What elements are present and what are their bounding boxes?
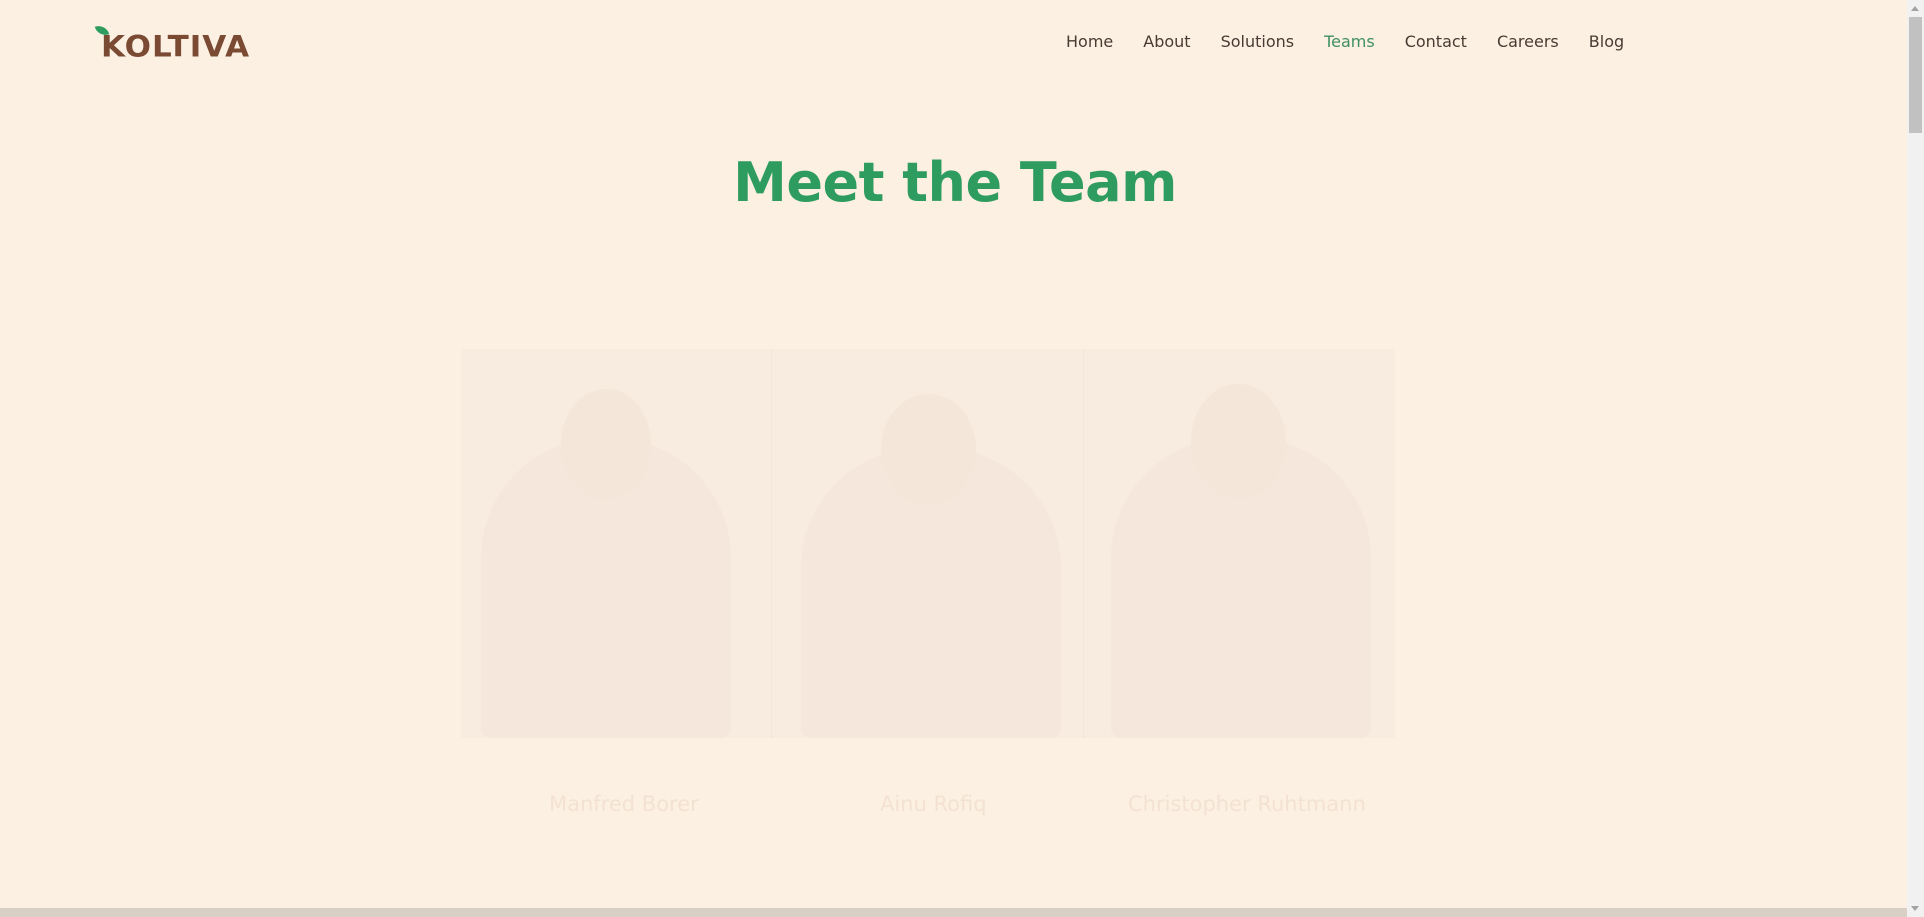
member-name: Manfred Borer: [549, 792, 699, 816]
horizontal-scrollbar[interactable]: [0, 908, 1907, 917]
scrollbar-thumb[interactable]: [1909, 17, 1922, 133]
page: KOLTIVA Home About Solutions Teams Conta…: [0, 0, 1924, 917]
main-nav: Home About Solutions Teams Contact Caree…: [1066, 30, 1624, 54]
photo-divider: [1083, 349, 1084, 738]
page-title: Meet the Team: [733, 151, 1177, 214]
photo-divider: [771, 349, 772, 738]
member-name: Christopher Ruhtmann: [1128, 792, 1366, 816]
person-head: [561, 389, 651, 499]
scroll-up-icon[interactable]: [1911, 6, 1919, 11]
brand-logo[interactable]: KOLTIVA: [94, 23, 251, 64]
brand-name: KOLTIVA: [101, 29, 251, 64]
nav-item-blog[interactable]: Blog: [1589, 30, 1624, 54]
nav-item-careers[interactable]: Careers: [1497, 30, 1559, 54]
nav-item-about[interactable]: About: [1143, 30, 1190, 54]
person-head: [1191, 384, 1286, 499]
member-name: Ainu Rofiq: [880, 792, 987, 816]
nav-item-home[interactable]: Home: [1066, 30, 1113, 54]
nav-item-contact[interactable]: Contact: [1405, 30, 1467, 54]
nav-item-teams[interactable]: Teams: [1324, 30, 1375, 54]
team-photo: [461, 349, 1395, 738]
person-head: [881, 394, 976, 504]
scroll-down-icon[interactable]: [1911, 906, 1919, 911]
nav-item-solutions[interactable]: Solutions: [1221, 30, 1295, 54]
vertical-scrollbar[interactable]: [1907, 0, 1924, 917]
